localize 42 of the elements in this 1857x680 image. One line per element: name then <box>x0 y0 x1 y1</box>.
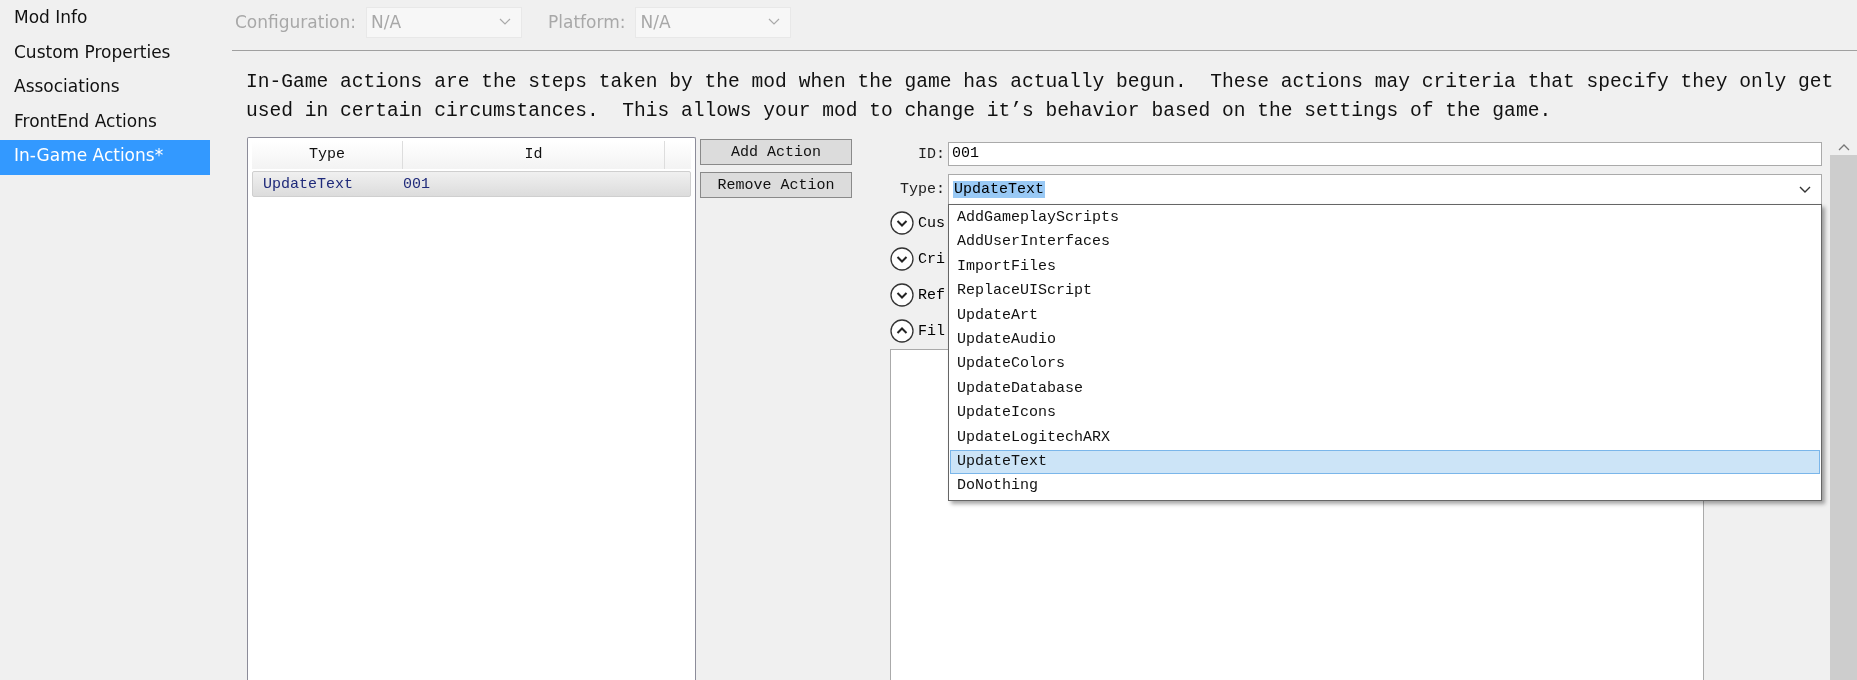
sidebar-item[interactable]: Associations <box>0 71 194 106</box>
dropdown-option[interactable]: UpdateArt <box>950 303 1820 328</box>
type-dropdown[interactable]: UpdateText <box>948 174 1822 205</box>
field-label: Configuration: <box>235 12 357 32</box>
dropdown-option[interactable]: UpdateIcons <box>950 401 1820 426</box>
dropdown-option[interactable]: UpdateLogitechARX <box>950 425 1820 450</box>
action-button[interactable]: Add Action <box>700 139 852 165</box>
list-row[interactable]: UpdateText 001 <box>252 171 691 197</box>
description-text: In-Game actions are the steps taken by the mod when the game has actually begun. These actions may criteria that specify they only get used in certain circumstances. This allows your mod to change it’s behavior based on the settings of the game. <box>246 70 1835 124</box>
section-header[interactable]: Ref <box>918 286 945 304</box>
section-header[interactable]: Cri <box>918 250 945 268</box>
dropdown-option[interactable]: DoNothing <box>950 474 1820 499</box>
section-header[interactable]: Cus <box>918 214 945 232</box>
chevron-down-icon <box>768 18 781 26</box>
field-label: Platform: <box>548 12 626 32</box>
expand-icon[interactable] <box>890 211 914 235</box>
dropdown-option[interactable]: ReplaceUIScript <box>950 279 1820 304</box>
dropdown-option[interactable]: UpdateAudio <box>950 327 1820 353</box>
table-cell: 001 <box>403 175 430 193</box>
dropdown-option[interactable]: AddUserInterfaces <box>950 230 1820 255</box>
id-field[interactable]: 001 <box>948 142 1822 166</box>
chevron-down-icon <box>499 18 512 26</box>
dropdown-option[interactable]: UpdateText <box>950 449 1820 475</box>
section-header[interactable]: Fil <box>918 322 945 340</box>
table-cell-text: UpdateText <box>262 175 354 193</box>
chevron-down-icon <box>1799 185 1811 194</box>
action-button[interactable]: Remove Action <box>700 172 852 198</box>
dropdown-option[interactable]: UpdateDatabase <box>950 376 1820 402</box>
column-header[interactable]: Type <box>252 141 403 169</box>
sidebar-item[interactable]: FrontEnd Actions <box>0 105 194 140</box>
dropdown-option[interactable]: AddGameplayScripts <box>950 206 1820 231</box>
dropdown-option[interactable]: UpdateColors <box>950 352 1820 377</box>
column-header[interactable]: Id <box>403 141 665 169</box>
expand-icon[interactable] <box>890 283 914 307</box>
field-label: ID: <box>917 145 946 163</box>
dropdown-option[interactable]: ImportFiles <box>950 254 1820 280</box>
sidebar-item[interactable]: Custom Properties <box>0 36 194 71</box>
collapse-icon[interactable] <box>890 319 914 343</box>
expand-icon[interactable] <box>890 247 914 271</box>
sidebar-item[interactable]: Mod Info <box>0 2 194 37</box>
field-label: Type: <box>899 181 946 198</box>
scroll-up-icon[interactable] <box>1837 143 1850 151</box>
